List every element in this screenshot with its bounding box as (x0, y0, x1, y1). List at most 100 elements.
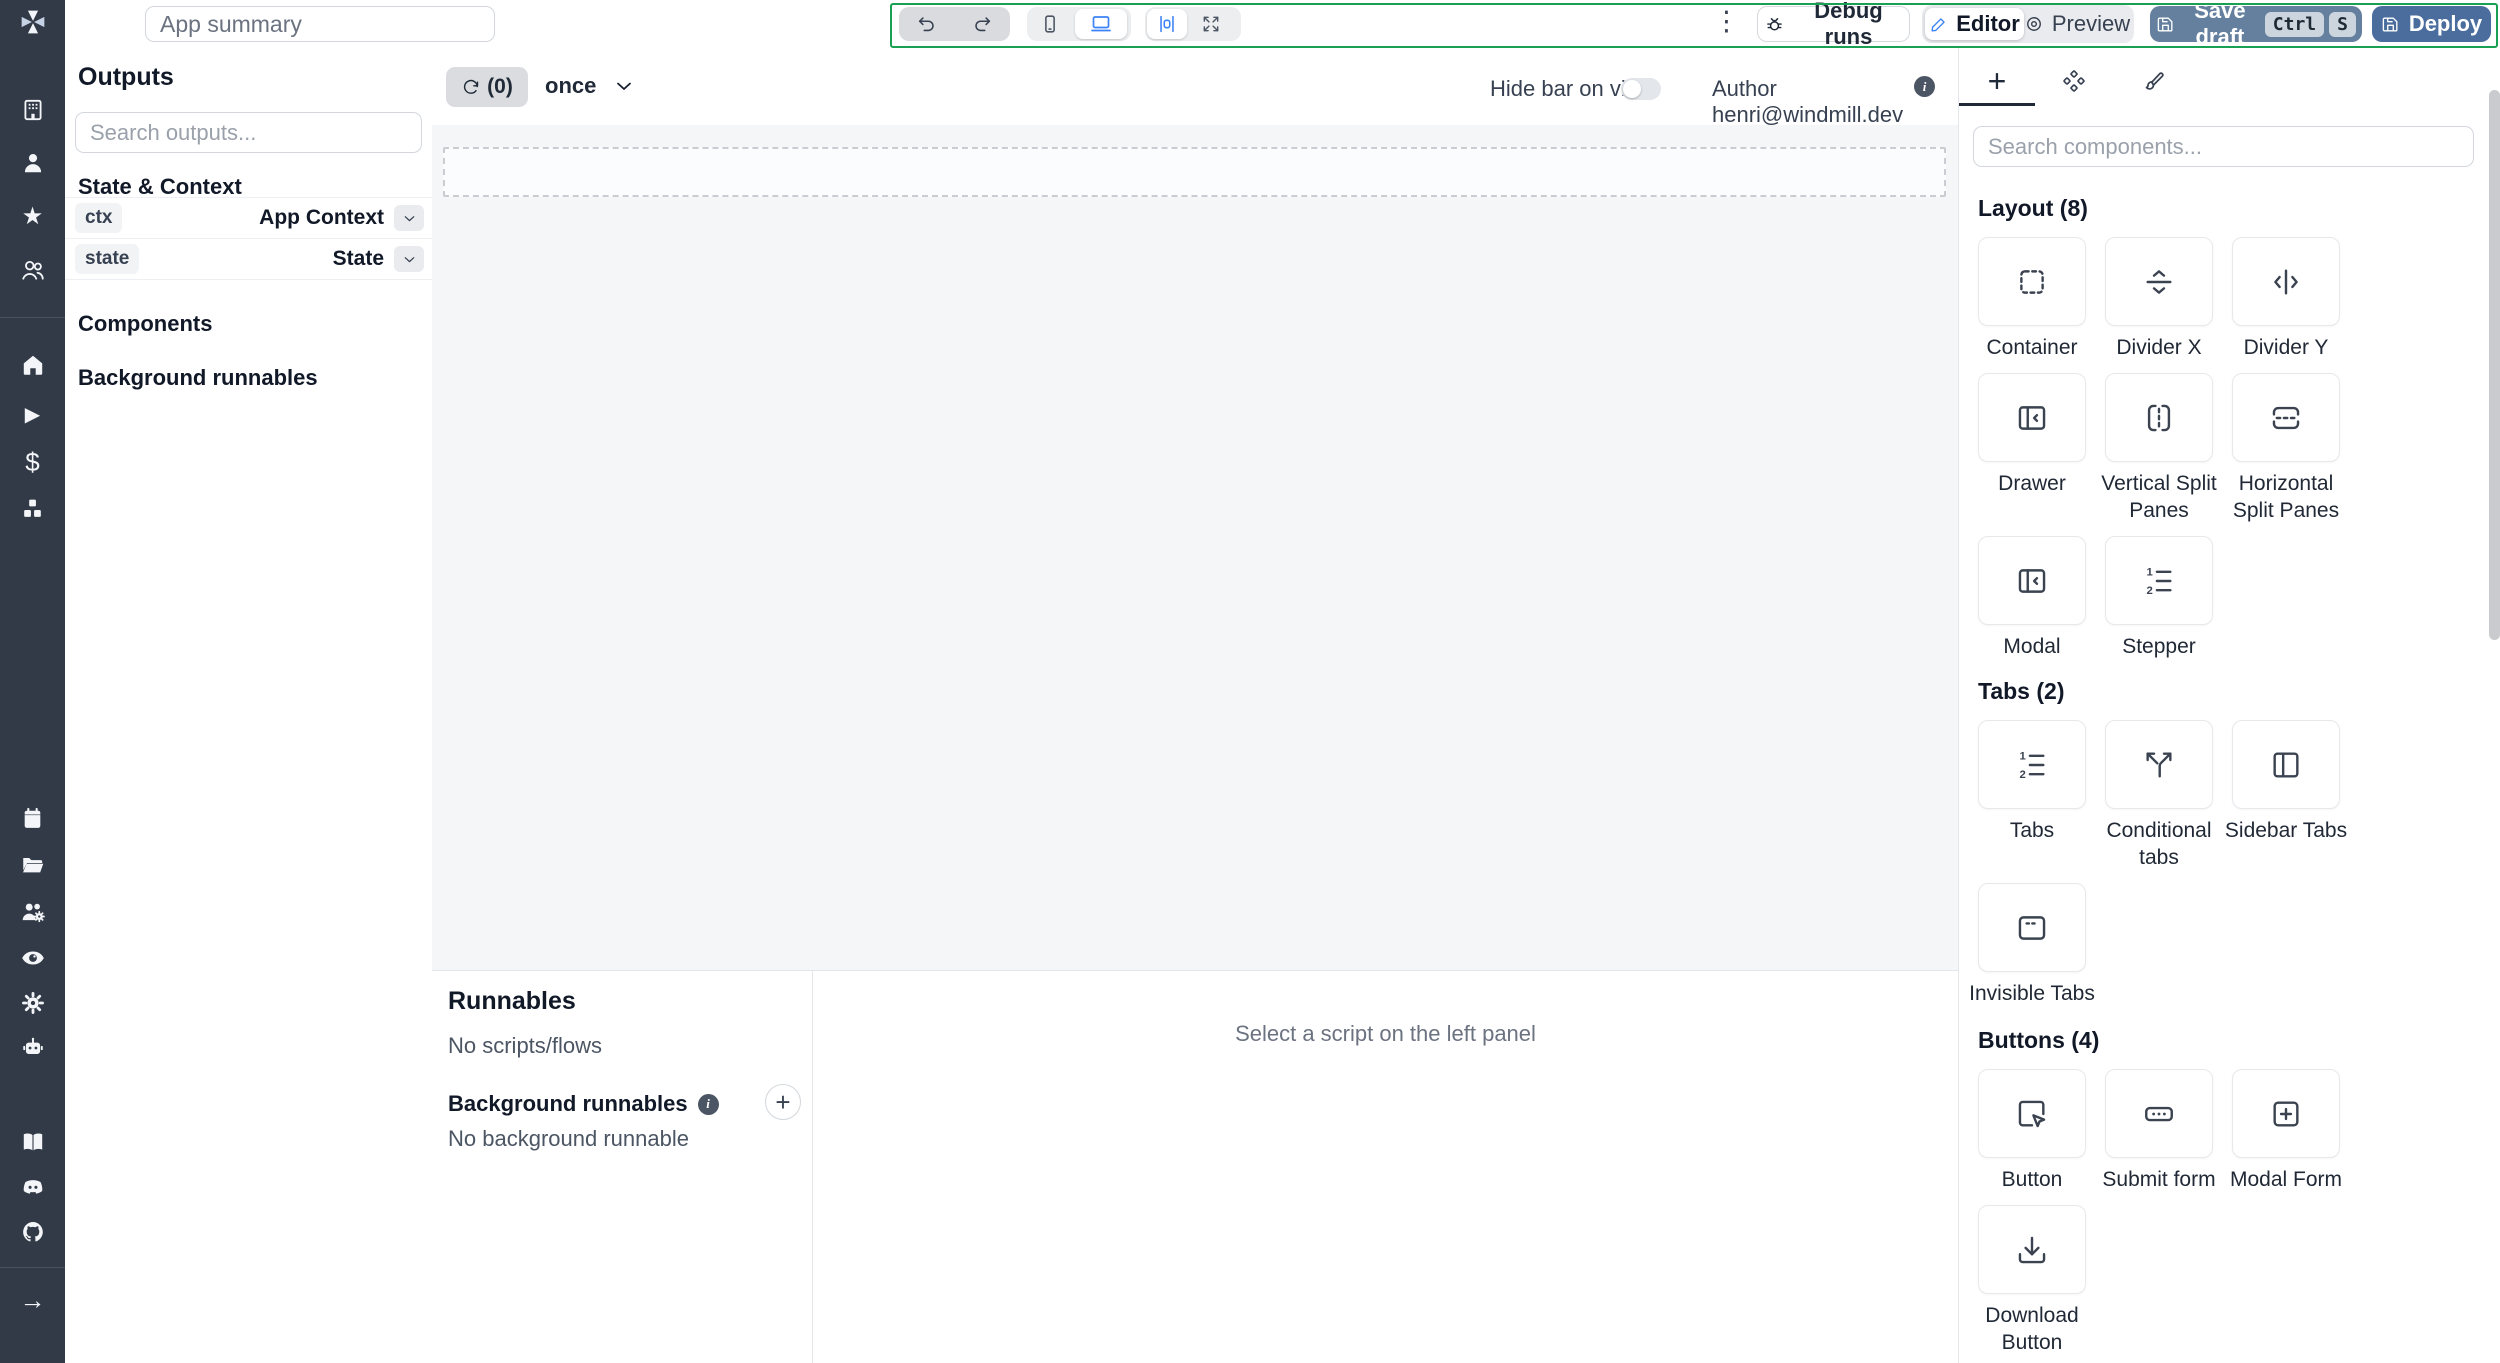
canvas-toolbar: (0) once Hide bar on view Author henri@w… (432, 47, 1958, 127)
mobile-view-button[interactable] (1027, 7, 1073, 41)
component-label: Download Button (1985, 1304, 2079, 1354)
component-card-conditional-tabs[interactable]: Conditional tabs (2105, 720, 2213, 871)
component-card-download[interactable]: Download Button (1978, 1205, 2086, 1356)
modal-form-icon (2269, 1097, 2303, 1131)
add-background-runnable-button[interactable]: + (765, 1084, 801, 1120)
fullscreen-button[interactable] (1189, 7, 1233, 41)
component-card-submit-form[interactable]: Submit form (2102, 1069, 2216, 1193)
component-label: Divider X (2116, 336, 2202, 359)
tab-editor[interactable]: Editor (1925, 8, 2024, 40)
component-card-invisible-tabs[interactable]: Invisible Tabs (1969, 883, 2095, 1007)
settings-gear-icon[interactable] (0, 990, 65, 1016)
resources-cubes-icon[interactable] (0, 496, 65, 521)
tab-insert-component[interactable]: + (1975, 59, 2019, 103)
save-draft-button[interactable]: Save draft Ctrl S (2150, 0, 2362, 49)
refresh-button[interactable]: (0) (446, 67, 528, 107)
component-label: Sidebar Tabs (2224, 819, 2348, 842)
workers-robot-icon[interactable] (0, 1035, 65, 1061)
brush-icon (2141, 69, 2165, 93)
author-info-icon[interactable]: i (1914, 76, 1935, 97)
search-components-input[interactable] (1973, 126, 2474, 167)
editor-preview-segmented: Editor Preview (1922, 5, 2134, 43)
component-card-sidebar-tabs[interactable]: Sidebar Tabs (2225, 720, 2347, 871)
variables-dollar-icon[interactable]: $ (0, 449, 65, 475)
component-card-button-click[interactable]: Button (1978, 1069, 2086, 1193)
component-card-stepper[interactable]: 12 Stepper (2105, 536, 2213, 660)
section-grid: Button Submit form Modal Form Download B… (1978, 1069, 2388, 1363)
expand-output-button[interactable] (394, 246, 424, 272)
kebab-menu-button[interactable]: ⋮ (1713, 6, 1740, 37)
app-canvas[interactable] (432, 125, 1958, 970)
favorites-star-icon[interactable]: ★ (0, 205, 65, 229)
drawer-icon (2015, 401, 2049, 435)
component-sections: Layout (8) Container Divider X Divider Y… (1969, 195, 2388, 1363)
component-card-divider-y[interactable]: Divider Y (2232, 237, 2340, 361)
app-summary-input[interactable] (145, 6, 495, 42)
audit-logs-eye-icon[interactable] (0, 945, 65, 971)
components-panel: + Layout (8) Container Divider X Divider… (1958, 47, 2500, 1363)
component-label: Stepper (2122, 635, 2196, 658)
search-outputs-input[interactable] (75, 112, 422, 153)
container-icon (2015, 265, 2049, 299)
components-section-label[interactable]: Components (78, 311, 212, 337)
stepper-icon: 12 (2142, 564, 2176, 598)
component-card-modal[interactable]: Modal (1978, 536, 2086, 660)
tab-theme[interactable] (2131, 59, 2175, 103)
groups-settings-icon[interactable] (0, 899, 65, 925)
expand-output-button[interactable] (394, 205, 424, 231)
component-label: Horizontal Split Panes (2232, 472, 2340, 522)
desktop-view-button[interactable] (1075, 9, 1127, 39)
workspace-icon[interactable] (0, 97, 65, 123)
output-row[interactable]: ctx App Context (65, 197, 432, 238)
docs-book-icon[interactable] (0, 1129, 65, 1155)
expand-sidebar-arrow-icon[interactable]: → (0, 1287, 65, 1313)
component-label: Submit form (2102, 1168, 2216, 1191)
output-key: ctx (75, 203, 123, 233)
groups-icon[interactable] (0, 257, 65, 283)
output-row[interactable]: state State (65, 238, 432, 279)
tab-component-settings[interactable] (2052, 59, 2096, 103)
recompute-policy-select[interactable]: once (545, 73, 636, 99)
windmill-logo[interactable] (0, 6, 65, 38)
component-card-drawer[interactable]: Drawer (1978, 373, 2086, 524)
redo-button[interactable] (954, 7, 1009, 41)
debug-runs-button[interactable]: Debug runs (1757, 0, 1910, 49)
deploy-button[interactable]: Deploy (2372, 6, 2491, 42)
hide-bar-toggle[interactable] (1621, 78, 1661, 100)
center-content-button[interactable] (1147, 9, 1187, 39)
component-card-container[interactable]: Container (1978, 237, 2086, 361)
output-value: State (332, 247, 384, 270)
component-card-modal-form[interactable]: Modal Form (2230, 1069, 2342, 1193)
section-title: Buttons (4) (1978, 1027, 2100, 1053)
component-card-divider-x[interactable]: Divider X (2105, 237, 2213, 361)
section-title: Tabs (2) (1978, 678, 2065, 704)
component-card-vertical-split[interactable]: Vertical Split Panes (2101, 373, 2217, 524)
svg-text:1: 1 (2020, 750, 2026, 762)
component-card-tabs[interactable]: 12 Tabs (1978, 720, 2086, 871)
background-runnables-section-label[interactable]: Background runnables (78, 365, 318, 391)
component-label: Invisible Tabs (1969, 982, 2095, 1005)
horizontal-split-icon (2269, 401, 2303, 435)
component-card-horizontal-split[interactable]: Horizontal Split Panes (2232, 373, 2340, 524)
home-icon[interactable] (0, 352, 65, 378)
invisible-tabs-icon (2015, 911, 2049, 945)
discord-icon[interactable] (0, 1174, 65, 1200)
active-tab-underline (1959, 103, 2035, 106)
component-label: Conditional tabs (2106, 819, 2212, 869)
panel-scrollbar[interactable] (2489, 90, 2500, 640)
undo-button[interactable] (899, 7, 954, 41)
refresh-icon (461, 77, 481, 97)
github-icon[interactable] (0, 1219, 65, 1245)
sidebar-divider (0, 317, 65, 318)
background-info-icon[interactable]: i (697, 1093, 719, 1115)
runs-play-icon[interactable]: ▶ (0, 405, 65, 425)
tab-preview[interactable]: Preview (2024, 8, 2130, 40)
divider-x-icon (2142, 265, 2176, 299)
user-icon[interactable] (0, 150, 65, 176)
submit-form-icon (2142, 1097, 2176, 1131)
folders-icon[interactable] (0, 852, 65, 878)
empty-grid-row[interactable] (443, 147, 1946, 197)
no-background-text: No background runnable (448, 1126, 689, 1151)
history-group (899, 7, 1010, 41)
schedules-calendar-icon[interactable] (0, 806, 65, 831)
